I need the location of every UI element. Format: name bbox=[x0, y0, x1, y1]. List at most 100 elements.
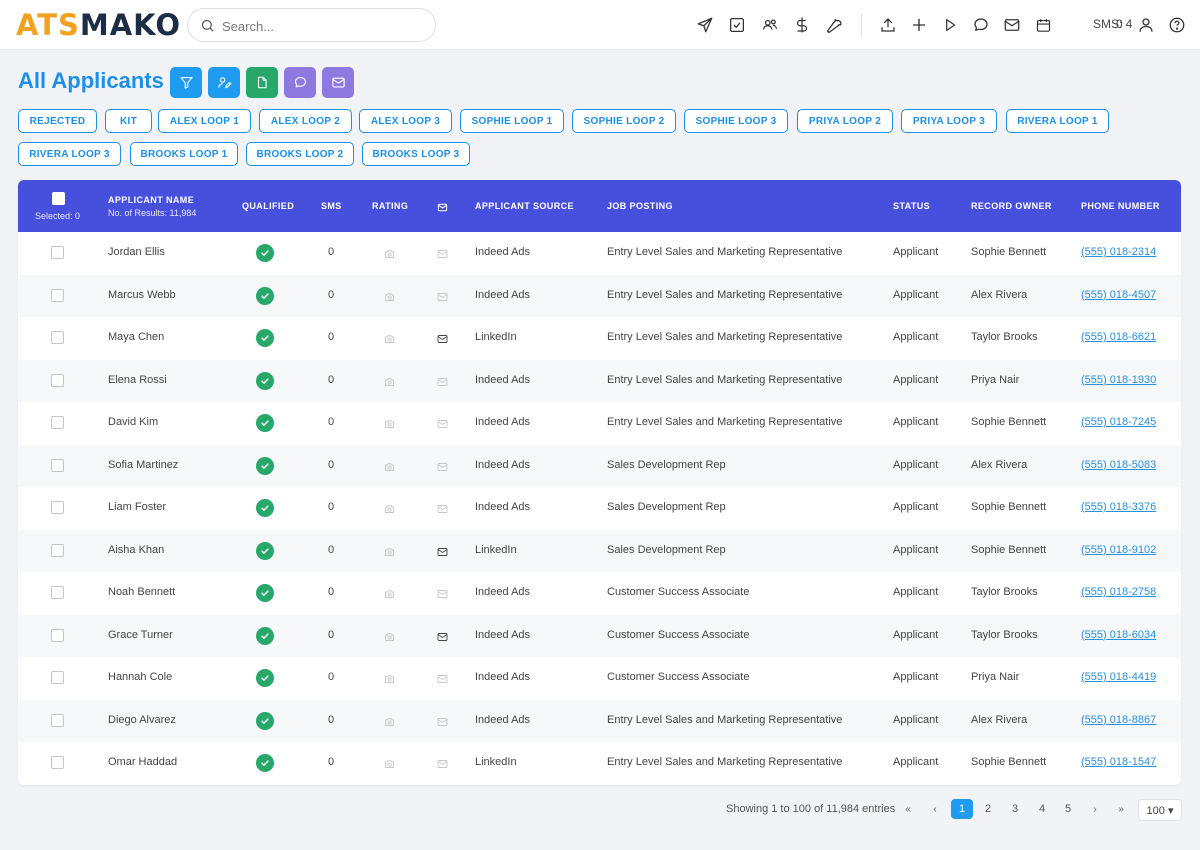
applicant-name[interactable]: Omar Haddad bbox=[108, 756, 177, 768]
chip-kit[interactable]: KIT bbox=[105, 109, 152, 133]
applicant-name[interactable]: Elena Rossi bbox=[108, 374, 167, 386]
document-button[interactable] bbox=[246, 67, 278, 98]
col-applicant-name[interactable]: APPLICANT NAME bbox=[108, 195, 194, 205]
phone-number-link[interactable]: (555) 018-2314 bbox=[1081, 246, 1156, 258]
applicant-name[interactable]: Aisha Khan bbox=[108, 544, 164, 556]
page-button-5[interactable]: 5 bbox=[1059, 799, 1077, 819]
chip-rivera-loop-3[interactable]: RIVERA LOOP 3 bbox=[18, 142, 121, 166]
camera-icon[interactable] bbox=[383, 375, 396, 393]
user-profile-icon[interactable] bbox=[1136, 15, 1156, 35]
applicant-name[interactable]: Liam Foster bbox=[108, 501, 166, 513]
table-row[interactable]: Marcus Webb 0 Indeed Ads Entry Level Sales … bbox=[18, 274, 1181, 317]
col-applicant-source[interactable]: APPLICANT SOURCE bbox=[475, 201, 574, 211]
mail-icon[interactable] bbox=[436, 502, 449, 520]
chip-alex-loop-1[interactable]: ALEX LOOP 1 bbox=[158, 109, 251, 133]
select-all-checkbox[interactable] bbox=[52, 192, 65, 205]
camera-icon[interactable] bbox=[383, 332, 396, 350]
chip-alex-loop-2[interactable]: ALEX LOOP 2 bbox=[259, 109, 352, 133]
chip-brooks-loop-2[interactable]: BROOKS LOOP 2 bbox=[246, 142, 354, 166]
phone-number-link[interactable]: (555) 018-5083 bbox=[1081, 459, 1156, 471]
users-icon[interactable] bbox=[760, 15, 780, 35]
help-icon[interactable] bbox=[1167, 15, 1187, 35]
chip-priya-loop-2[interactable]: PRIYA LOOP 2 bbox=[797, 109, 893, 133]
col-phone-number[interactable]: PHONE NUMBER bbox=[1081, 201, 1160, 211]
phone-number-link[interactable]: (555) 018-3376 bbox=[1081, 501, 1156, 513]
camera-icon[interactable] bbox=[383, 460, 396, 478]
calendar-icon[interactable] bbox=[1033, 15, 1053, 35]
mail-icon[interactable] bbox=[436, 332, 449, 350]
col-record-owner[interactable]: RECORD OWNER bbox=[971, 201, 1052, 211]
chat-icon[interactable] bbox=[971, 15, 991, 35]
mail-icon[interactable] bbox=[436, 545, 449, 563]
mail-icon[interactable] bbox=[436, 587, 449, 605]
mail-icon[interactable] bbox=[436, 290, 449, 308]
table-row[interactable]: Hannah Cole 0 Indeed Ads Customer Success A… bbox=[18, 657, 1181, 700]
row-checkbox[interactable] bbox=[51, 756, 64, 769]
page-prev-button[interactable]: ‹ bbox=[927, 799, 943, 819]
chip-brooks-loop-1[interactable]: BROOKS LOOP 1 bbox=[130, 142, 238, 166]
row-checkbox[interactable] bbox=[51, 671, 64, 684]
chip-alex-loop-3[interactable]: ALEX LOOP 3 bbox=[359, 109, 452, 133]
page-button-4[interactable]: 4 bbox=[1033, 799, 1051, 819]
applicant-name[interactable]: Marcus Webb bbox=[108, 289, 176, 301]
chat-button[interactable] bbox=[284, 67, 316, 98]
col-status[interactable]: STATUS bbox=[893, 201, 930, 211]
chip-rivera-loop-1[interactable]: RIVERA LOOP 1 bbox=[1006, 109, 1109, 133]
camera-icon[interactable] bbox=[383, 502, 396, 520]
send-icon[interactable] bbox=[695, 15, 715, 35]
table-row[interactable]: Omar Haddad 0 LinkedIn Entry Level Sales an… bbox=[18, 742, 1181, 785]
page-size-select[interactable]: 100 ▾ bbox=[1138, 799, 1182, 821]
mail-icon[interactable] bbox=[436, 375, 449, 393]
mail-icon[interactable] bbox=[1002, 15, 1022, 35]
plus-icon[interactable] bbox=[909, 15, 929, 35]
col-mail-icon[interactable] bbox=[437, 200, 448, 218]
assign-user-button[interactable] bbox=[208, 67, 240, 98]
table-row[interactable]: Grace Turner 0 Indeed Ads Customer Success … bbox=[18, 614, 1181, 657]
camera-icon[interactable] bbox=[383, 417, 396, 435]
table-row[interactable]: Aisha Khan 0 LinkedIn Sales Development Rep… bbox=[18, 529, 1181, 572]
row-checkbox[interactable] bbox=[51, 501, 64, 514]
camera-icon[interactable] bbox=[383, 715, 396, 733]
phone-number-link[interactable]: (555) 018-1547 bbox=[1081, 756, 1156, 768]
chip-sophie-loop-1[interactable]: SOPHIE LOOP 1 bbox=[460, 109, 564, 133]
dollar-icon[interactable] bbox=[792, 15, 812, 35]
phone-number-link[interactable]: (555) 018-2758 bbox=[1081, 586, 1156, 598]
col-job-posting[interactable]: JOB POSTING bbox=[607, 201, 673, 211]
col-rating[interactable]: RATING bbox=[372, 201, 408, 211]
page-button-2[interactable]: 2 bbox=[979, 799, 997, 819]
wrench-icon[interactable] bbox=[825, 15, 845, 35]
chip-brooks-loop-3[interactable]: BROOKS LOOP 3 bbox=[362, 142, 470, 166]
row-checkbox[interactable] bbox=[51, 288, 64, 302]
phone-number-link[interactable]: (555) 018-4419 bbox=[1081, 671, 1156, 683]
page-next-button[interactable]: › bbox=[1087, 799, 1103, 819]
applicant-name[interactable]: Grace Turner bbox=[108, 629, 173, 641]
phone-number-link[interactable]: (555) 018-6621 bbox=[1081, 331, 1156, 343]
search-box[interactable] bbox=[187, 8, 436, 42]
applicant-name[interactable]: Noah Bennett bbox=[108, 586, 175, 598]
chip-sophie-loop-2[interactable]: SOPHIE LOOP 2 bbox=[572, 109, 676, 133]
row-checkbox[interactable] bbox=[51, 373, 64, 387]
mail-icon[interactable] bbox=[436, 417, 449, 435]
page-button-1[interactable]: 1 bbox=[951, 799, 973, 819]
mail-icon[interactable] bbox=[436, 630, 449, 648]
table-row[interactable]: Sofia Martinez 0 Indeed Ads Sales Developme… bbox=[18, 444, 1181, 487]
page-last-button[interactable]: » bbox=[1113, 799, 1129, 819]
phone-number-link[interactable]: (555) 018-8867 bbox=[1081, 714, 1156, 726]
applicant-name[interactable]: Hannah Cole bbox=[108, 671, 172, 683]
chip-rejected[interactable]: REJECTED bbox=[18, 109, 97, 133]
phone-number-link[interactable]: (555) 018-6034 bbox=[1081, 629, 1156, 641]
camera-icon[interactable] bbox=[383, 247, 396, 265]
applicant-name[interactable]: Jordan Ellis bbox=[108, 246, 165, 258]
applicant-name[interactable]: Diego Alvarez bbox=[108, 714, 176, 726]
row-checkbox[interactable] bbox=[51, 458, 64, 472]
play-icon[interactable] bbox=[940, 15, 960, 35]
mail-icon[interactable] bbox=[436, 247, 449, 265]
mail-icon[interactable] bbox=[436, 460, 449, 478]
camera-icon[interactable] bbox=[383, 545, 396, 563]
row-checkbox[interactable] bbox=[51, 628, 64, 642]
filter-button[interactable] bbox=[170, 67, 202, 98]
row-checkbox[interactable] bbox=[51, 713, 64, 727]
chip-sophie-loop-3[interactable]: SOPHIE LOOP 3 bbox=[684, 109, 788, 133]
page-button-3[interactable]: 3 bbox=[1006, 799, 1024, 819]
row-checkbox[interactable] bbox=[51, 331, 64, 344]
